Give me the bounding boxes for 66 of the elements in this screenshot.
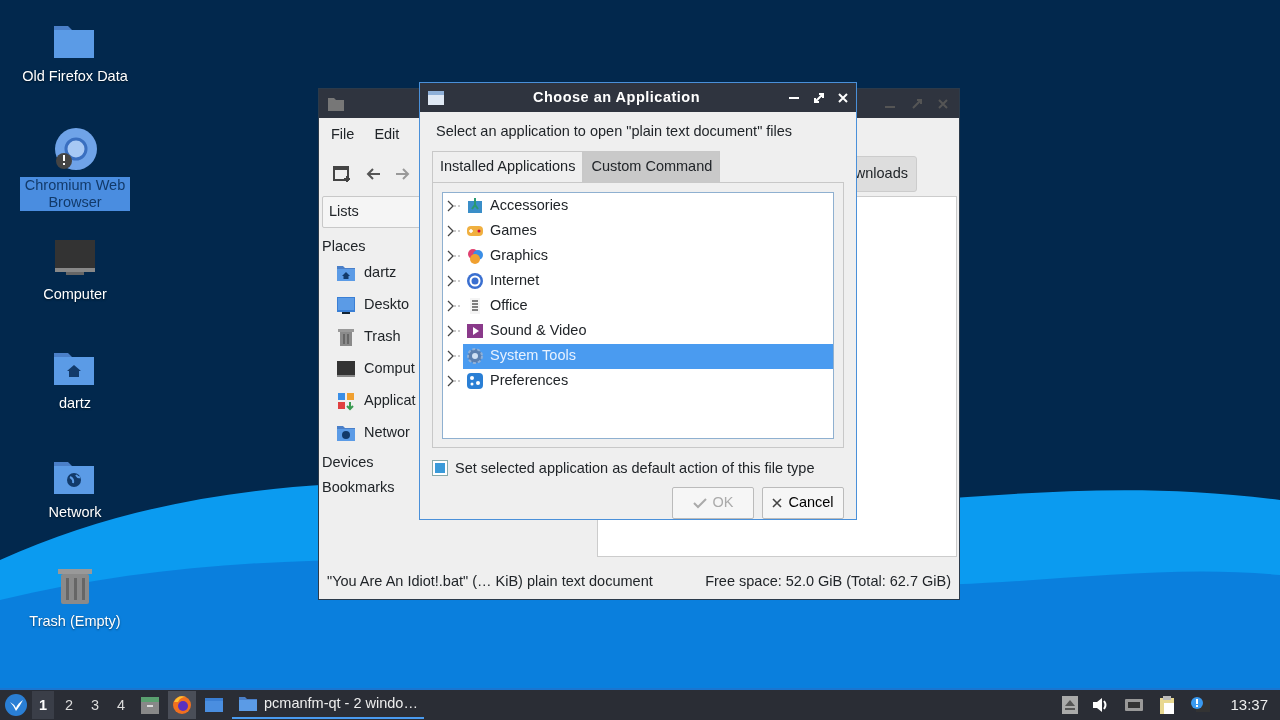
section-heading: Places — [322, 236, 366, 256]
menu-item[interactable]: Edit — [374, 124, 400, 146]
tab[interactable]: Installed Applications — [432, 150, 584, 182]
start-menu-icon[interactable] — [4, 693, 28, 717]
status-text: "You Are An Idiot!.bat" (… KiB) plain text document — [327, 572, 653, 592]
trash-icon — [336, 327, 356, 348]
prompt-text: Select an application to open "plain text document" files — [435, 122, 794, 141]
icon-label[interactable]: Old Firefox Data — [20, 68, 130, 85]
media-icon — [466, 322, 484, 340]
icon-label[interactable]: Trash (Empty) — [27, 613, 123, 630]
workspace-button[interactable]: 2 — [58, 691, 80, 719]
icon-label[interactable]: Computer — [41, 286, 109, 303]
tree-item[interactable]: Internet — [463, 268, 833, 294]
clock[interactable]: 13:37 — [1230, 693, 1268, 717]
tree-item[interactable]: Preferences — [463, 368, 833, 394]
eject-icon[interactable] — [1062, 696, 1079, 714]
network-icon[interactable] — [1124, 697, 1145, 713]
place-item[interactable]: Applicat — [364, 390, 416, 413]
section-heading[interactable]: Devices — [322, 452, 374, 474]
network-folder-icon — [336, 423, 356, 444]
globe-icon — [466, 272, 484, 290]
workspace-button[interactable]: 3 — [84, 691, 106, 719]
check-icon — [692, 497, 707, 510]
desktop-icon — [336, 295, 356, 316]
folder-icon — [238, 696, 258, 712]
place-item[interactable]: Trash — [364, 326, 401, 349]
browser-icon[interactable] — [52, 127, 98, 171]
window-icon — [428, 90, 444, 105]
sliders-icon — [466, 372, 484, 390]
icon-label[interactable]: dartz — [56, 395, 94, 412]
section-heading[interactable]: Bookmarks — [322, 477, 395, 499]
accessories-icon — [466, 197, 484, 215]
task-button[interactable]: pcmanfm-qt - 2 windo… — [232, 691, 424, 719]
tree-item[interactable]: Graphics — [463, 243, 833, 269]
tree-item[interactable]: Accessories — [463, 193, 833, 219]
free-space-text: Free space: 52.0 GiB (Total: 62.7 GiB) — [705, 572, 951, 592]
tab[interactable]: Custom Command — [583, 150, 721, 182]
back-icon[interactable] — [365, 166, 381, 181]
app-tree[interactable]: Accessories Games Graphics Internet Office Sound & Video System Tools Preferences — [442, 191, 834, 439]
cancel-button[interactable]: Cancel — [762, 487, 844, 519]
clipboard-icon[interactable] — [1158, 695, 1177, 715]
workspace-button[interactable]: 4 — [110, 691, 132, 719]
window-title: Choose an Application — [531, 87, 702, 107]
place-item[interactable]: Networ — [364, 422, 410, 445]
workspace-button[interactable]: 1 — [32, 691, 54, 719]
icon-label[interactable]: Network — [46, 504, 104, 521]
place-item[interactable]: dartz — [364, 262, 397, 285]
new-tab-icon[interactable] — [333, 164, 351, 183]
computer-icon — [336, 359, 356, 380]
checkbox[interactable] — [432, 460, 448, 477]
folder-icon — [327, 95, 345, 112]
checkbox-label[interactable]: Set selected application as default action of this file type — [455, 457, 815, 480]
tree-item[interactable]: Games — [463, 218, 833, 244]
tree-item[interactable]: Office — [463, 293, 833, 319]
close-icon — [772, 498, 783, 509]
notification-icon[interactable] — [1190, 696, 1211, 714]
gear-icon — [466, 347, 484, 365]
place-item[interactable]: Comput — [364, 358, 415, 381]
graphics-icon — [466, 247, 484, 265]
tree-item[interactable]: Sound & Video — [463, 318, 833, 344]
menu-item[interactable]: File — [331, 124, 355, 146]
file-cabinet-icon[interactable] — [139, 694, 161, 716]
place-item[interactable]: Deskto — [364, 294, 410, 317]
applications-icon — [336, 391, 356, 412]
home-folder-icon — [336, 263, 356, 284]
browser-icon[interactable] — [171, 694, 193, 716]
